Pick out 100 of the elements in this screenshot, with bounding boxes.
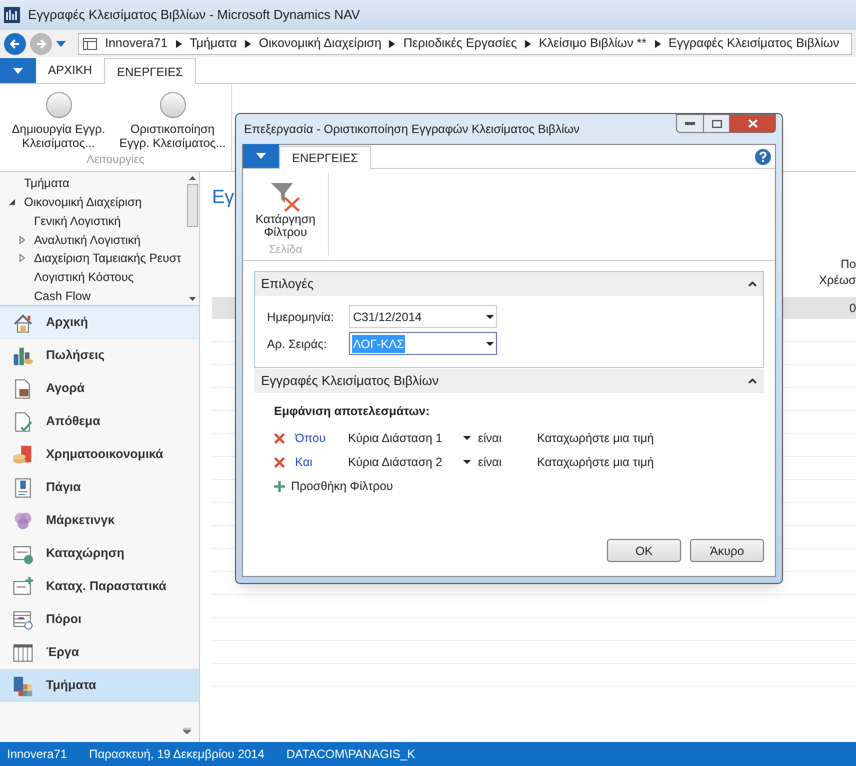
close-button[interactable] [730,114,776,133]
dialog-title: Επεξεργασία - Οριστικοποίηση Εγγραφών Κλεισίματος Βιβλίων [243,121,580,138]
minimize-button[interactable] [676,114,704,133]
navigation-pane-button[interactable]: Πόροι [0,603,199,636]
filter-heading: Εμφάνιση αποτελεσμάτων: [274,403,431,420]
section-title: Επιλογές [261,275,314,294]
remove-cross-icon[interactable] [274,432,285,444]
dropdown-field[interactable]: C31/12/2014 [349,305,497,328]
arrow-left-icon [9,38,21,50]
add-filter-button[interactable]: Προσθήκη Φίλτρου [274,474,764,498]
tree-item[interactable]: Οικονομική Διαχείριση [24,193,142,212]
caret-icon [256,153,266,159]
close-icon [748,119,758,128]
dialog-button[interactable]: Άκυρο [690,539,764,562]
breadcrumb-link[interactable]: Οικονομική Διαχείριση [258,34,382,53]
colored-grid-icon [12,674,34,696]
separator-arrow-icon[interactable] [389,40,396,48]
group-label: Λειτουργίες [86,153,144,168]
navigation-pane-button[interactable]: Έργα [0,636,199,669]
filter-field[interactable]: Κύρια Διάσταση 1 [348,429,463,447]
scroll-up-icon[interactable] [188,176,196,180]
tree-item[interactable]: Διαχείριση Ταμειακής Ρευστ [34,249,182,268]
arrow-right-icon [35,38,47,50]
navigation-pane-button[interactable]: Τμήματα [0,669,199,702]
building-document-icon [12,476,34,498]
table-columns-icon [12,642,34,664]
breadcrumb-link[interactable]: Εγγραφές Κλεισίματος Βιβλίων [668,34,840,53]
help-icon[interactable] [755,148,771,164]
application-menu-button[interactable] [243,144,279,168]
expanded-triangle-icon[interactable] [8,198,16,206]
separator-arrow-icon[interactable] [244,40,251,48]
caret-icon[interactable] [463,460,471,464]
navigation-pane-button[interactable]: Μάρκετινγκ [0,504,199,537]
ribbon-action-button[interactable]: Δημιουργία Εγγρ. Κλεισίματος... [2,92,116,150]
filter-operator: είναι [478,430,503,447]
column-header: Πο Χρέωσ [819,256,856,288]
maximize-icon [712,120,722,128]
navigation-pane-button[interactable]: Πωλήσεις [0,339,199,372]
window-title: Εγγραφές Κλεισίματος Βιβλίων - Microsoft Dynamics NAV [28,6,360,24]
navigation-pane-button[interactable]: Αρχική [0,306,199,339]
ribbon-tab[interactable]: ΕΝΕΡΓΕΙΕΣ [104,58,196,84]
ribbon-action-button[interactable]: Οριστικοποίηση Εγγρ. Κλεισίματος... [116,92,230,150]
ribbon-tab[interactable]: ΑΡΧΙΚΗ [36,57,104,83]
table-icon [83,38,97,50]
caret-icon [486,314,494,318]
chevron-up-icon[interactable] [748,281,757,287]
minimize-icon [685,122,695,125]
scroll-down-icon[interactable] [188,297,196,301]
filter-value-field[interactable]: Καταχωρήστε μια τιμή [537,429,654,447]
navigation-pane-button[interactable]: Πάγια [0,471,199,504]
overflow-icon[interactable] [183,728,191,734]
filter-field[interactable]: Κύρια Διάσταση 2 [348,453,463,471]
house-icon [12,312,34,334]
filter-connector-link[interactable]: Όπου [295,429,348,447]
tree-item[interactable]: Αναλυτική Λογιστική [34,230,141,249]
back-button[interactable] [4,32,26,54]
collapsed-triangle-icon[interactable] [18,254,26,262]
navigation-pane-button[interactable]: Χρηματοοικονομικά [0,438,199,471]
remove-filter-button[interactable]: Κατάργηση Φίλτρου [246,181,326,239]
status-text: Innovera71 [7,746,68,763]
field-label: Αρ. Σειράς: [266,336,328,352]
dialog-button[interactable]: OK [607,539,681,562]
separator-arrow-icon[interactable] [524,40,531,48]
status-text: DATACOM\PANAGIS_K [286,746,416,763]
document-check-icon [12,410,34,432]
filter-connector-link[interactable]: Και [295,453,348,471]
table-cell-text: 0 [849,300,856,317]
navigation-pane-button[interactable]: Απόθεμα [0,405,199,438]
breadcrumb-link[interactable]: Τμήματα [190,34,237,53]
breadcrumb-link[interactable]: Κλείσιμο Βιβλίων ** [538,34,647,53]
tree-item[interactable]: Cash Flow [34,286,91,305]
plus-icon [274,480,285,492]
remove-cross-icon[interactable] [274,456,285,468]
section-header[interactable]: Εγγραφές Κλεισίματος Βιβλίων [254,369,764,393]
navigation-pane-button[interactable]: Καταχώρηση [0,537,199,570]
navigation-pane-button[interactable]: Αγορά [0,372,199,405]
caret-icon [486,342,494,346]
funnel-cross-icon [270,181,302,213]
navigation-pane-button[interactable]: Καταχ. Παραστατικά [0,570,199,603]
form-plus-icon [12,576,34,598]
application-menu-button[interactable] [0,58,36,83]
caret-icon [13,68,23,74]
filter-value-field[interactable]: Καταχωρήστε μια τιμή [537,453,654,471]
caret-icon[interactable] [463,436,471,440]
tree-item[interactable]: Λογιστική Κόστους [34,268,134,286]
filter-operator: είναι [478,454,503,471]
address-field[interactable]: Innovera71 Τμήματα Οικονομική Διαχείριση Περιοδικές Εργασίες Κλείσιμο Βιβλίων ** Εγγραφές Κλεισίματος Βιβλίων [78,32,852,54]
history-dropdown-icon[interactable] [56,40,66,46]
tree-item[interactable]: Τμήματα [24,174,70,192]
maximize-button[interactable] [704,114,730,133]
ribbon-tab[interactable]: ΕΝΕΡΓΕΙΕΣ [279,146,372,169]
collapsed-triangle-icon[interactable] [18,236,26,244]
scrollbar-thumb[interactable] [186,184,198,227]
group-label: Σελίδα [268,243,302,258]
breadcrumb-link[interactable]: Περιοδικές Εργασίες [403,34,517,53]
table-gear-icon [12,608,34,630]
separator-arrow-icon[interactable] [654,40,661,48]
tree-item[interactable]: Γενική Λογιστική [34,212,121,230]
separator-arrow-icon[interactable] [176,40,182,48]
breadcrumb-link[interactable]: Innovera71 [105,34,168,53]
